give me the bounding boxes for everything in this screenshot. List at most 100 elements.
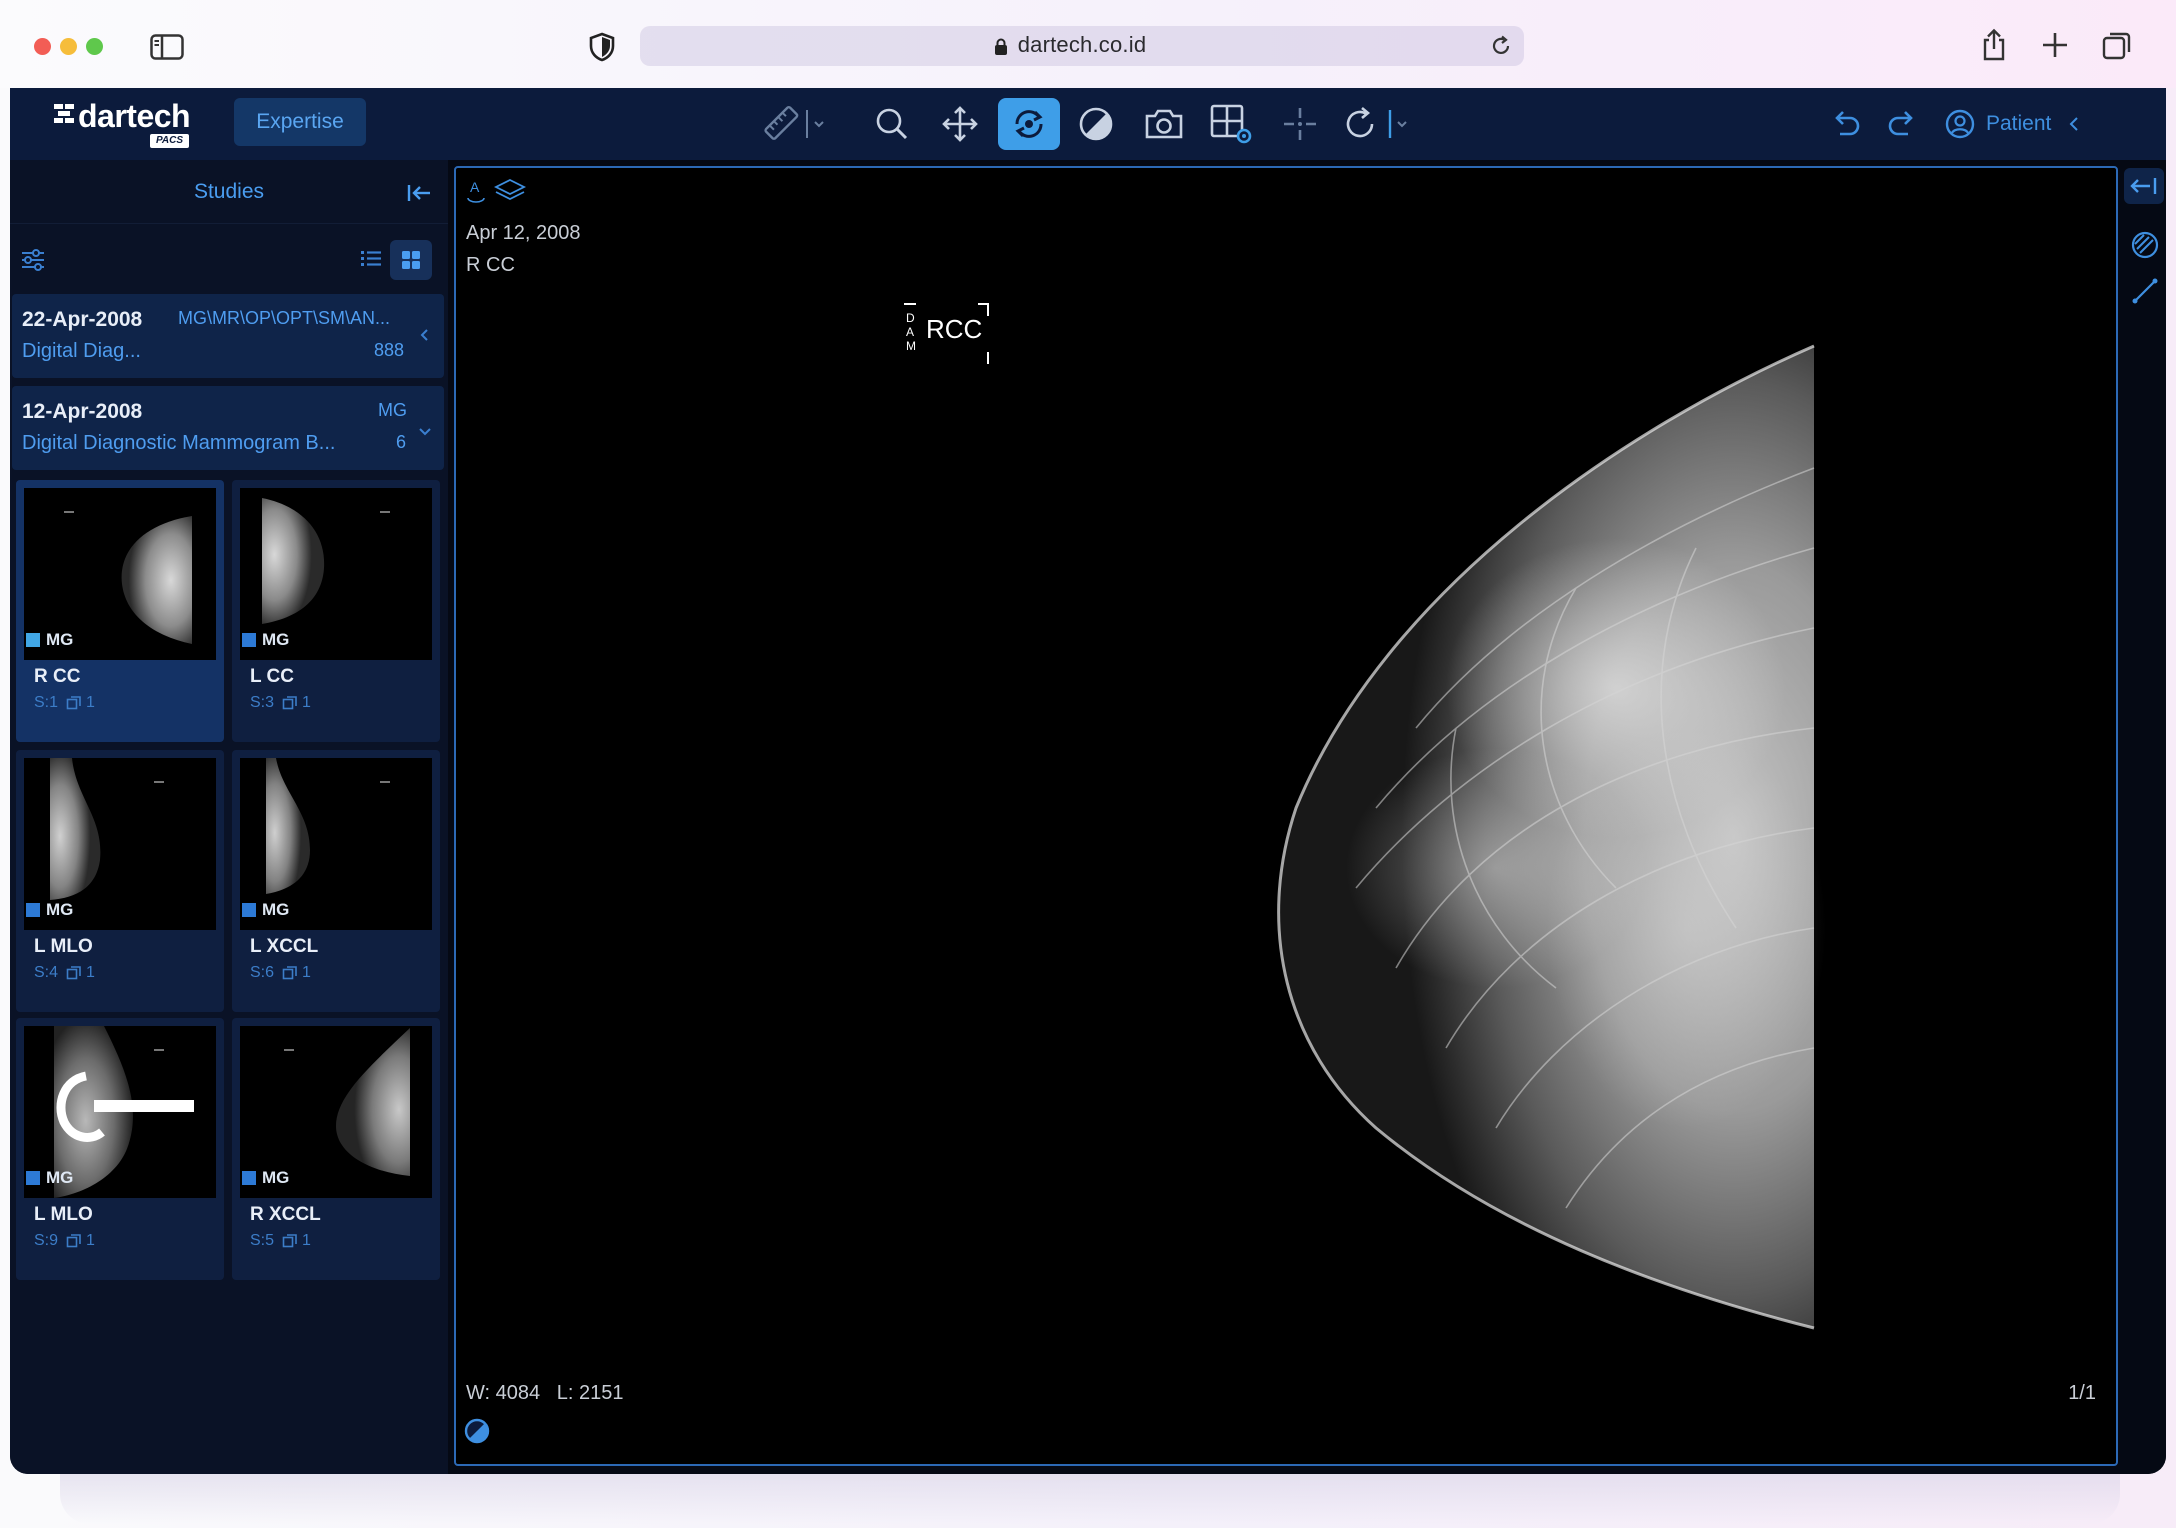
series-modality: MG [26, 1168, 73, 1188]
stack-icon [282, 696, 297, 710]
collapse-panel-icon[interactable] [406, 182, 432, 204]
image-count: 1 [86, 694, 95, 711]
study-image-count: 888 [374, 340, 405, 360]
image-count: 1 [302, 1232, 311, 1249]
stack-icon [282, 1234, 297, 1248]
studies-filter-row [10, 224, 448, 292]
contrast-icon[interactable] [1076, 104, 1116, 144]
chevron-down-icon[interactable] [418, 424, 432, 438]
reset-tool-group[interactable] [1340, 98, 1424, 150]
study-item[interactable]: 12-Apr-2008 Digital Diagnostic Mammogram… [12, 386, 444, 470]
layout-tool[interactable] [1204, 98, 1260, 150]
logo-mark-icon [54, 104, 74, 123]
maximize-window-button[interactable] [86, 38, 103, 55]
layers-icon [493, 178, 527, 201]
hatch-circle-icon[interactable] [2130, 230, 2160, 260]
stack-icon [66, 1234, 81, 1248]
line-measure-icon[interactable] [2130, 276, 2160, 306]
redo-button[interactable] [1878, 98, 1926, 150]
dartech-logo[interactable]: dartech PACS [52, 98, 212, 150]
camera-icon[interactable] [1143, 104, 1185, 144]
logo-badge: PACS [150, 134, 190, 148]
undo-icon[interactable] [1828, 106, 1864, 142]
series-thumbnail[interactable]: MG R CC S:1 1 [16, 480, 224, 742]
series-thumbnail[interactable]: MG L CC S:3 1 [232, 480, 440, 742]
study-description: Digital Diag... [22, 340, 141, 362]
privacy-shield-icon[interactable] [588, 32, 616, 62]
measure-tool-group[interactable] [762, 98, 834, 150]
undo-button[interactable] [1822, 98, 1870, 150]
series-thumbnail[interactable]: MG L MLO S:9 1 [16, 1018, 224, 1280]
image-count: 1 [86, 964, 95, 981]
svg-text:D: D [906, 311, 915, 325]
redo-icon[interactable] [1884, 106, 1920, 142]
stack-icon [66, 966, 81, 980]
orientation-icon: A [467, 179, 485, 203]
minimize-window-button[interactable] [60, 38, 77, 55]
reload-icon[interactable] [1490, 35, 1512, 57]
patient-label: Patient [1986, 112, 2052, 135]
filter-settings-icon[interactable] [20, 248, 46, 272]
window-level-readout: W: 4084 L: 2151 [466, 1382, 624, 1405]
patient-panel-button[interactable]: Patient [1944, 104, 2087, 144]
crosshair-tool[interactable] [1274, 98, 1326, 150]
series-meta: S:5 1 [250, 1232, 311, 1250]
reset-icon[interactable] [1342, 104, 1422, 144]
window-level: L: 2151 [556, 1382, 624, 1404]
zoom-icon[interactable] [872, 104, 912, 144]
svg-text:M: M [906, 339, 916, 353]
layout-icon[interactable] [1208, 102, 1256, 146]
series-number: S:1 [34, 694, 59, 711]
pan-icon[interactable] [940, 104, 980, 144]
rotate-icon[interactable] [1007, 102, 1051, 146]
series-modality: MG [242, 900, 289, 920]
zoom-tool[interactable] [866, 98, 918, 150]
view-marker-label: D A M RCC [902, 300, 992, 366]
expertise-button[interactable]: Expertise [234, 98, 366, 146]
share-icon[interactable] [1980, 28, 2008, 62]
frame-counter: 1/1 [2068, 1382, 2096, 1404]
series-label: L MLO [34, 936, 93, 957]
snapshot-tool[interactable] [1138, 98, 1190, 150]
series-number: S:6 [250, 964, 275, 981]
series-meta: S:9 1 [34, 1232, 95, 1250]
series-thumbnail[interactable]: MG L MLO S:4 1 [16, 750, 224, 1012]
new-tab-icon[interactable] [2040, 30, 2070, 60]
study-item[interactable]: 22-Apr-2008 Digital Diag... MG\MR\OP\OPT… [12, 294, 444, 378]
rotate-tool[interactable] [998, 98, 1060, 150]
series-thumbnail[interactable]: MG L XCCL S:6 1 [232, 750, 440, 1012]
series-number: S:4 [34, 964, 59, 981]
contrast-indicator-icon[interactable] [464, 1418, 490, 1444]
svg-text:A: A [906, 325, 914, 339]
pan-tool[interactable] [934, 98, 986, 150]
series-label: L MLO [34, 1204, 93, 1225]
list-view-icon[interactable] [354, 240, 388, 276]
sidebar-toggle-icon[interactable] [150, 34, 184, 60]
close-window-button[interactable] [34, 38, 51, 55]
address-bar[interactable]: dartech.co.id [640, 26, 1524, 66]
view-marker-text: RCC [926, 314, 983, 344]
series-number: S:5 [250, 1232, 275, 1249]
crosshair-icon[interactable] [1280, 104, 1320, 144]
right-tool-strip [2122, 160, 2166, 1474]
study-modality: MG\MR\OP\OPT\SM\AN... [178, 308, 391, 328]
series-modality: MG [26, 630, 73, 650]
url-text: dartech.co.id [1017, 32, 1147, 57]
grid-view-button[interactable] [390, 240, 432, 280]
viewport-overlay-icons[interactable]: A [464, 174, 534, 208]
series-modality: MG [26, 900, 73, 920]
ruler-icon[interactable] [763, 104, 833, 144]
mammogram-image [1277, 344, 1826, 1330]
studies-title: Studies [193, 180, 265, 203]
window-shadow [60, 1474, 2120, 1524]
series-meta: S:4 1 [34, 964, 95, 982]
image-viewport[interactable]: A Apr 12, 2008 R CC D A M RCC W: 4084 L:… [454, 166, 2118, 1466]
tab-overview-icon[interactable] [2102, 30, 2132, 60]
contrast-tool[interactable] [1070, 98, 1122, 150]
chevron-left-icon[interactable] [418, 328, 432, 342]
app-topbar: dartech PACS Expertise Patient [10, 88, 2166, 160]
expand-right-panel-button[interactable] [2124, 168, 2164, 204]
browser-toolbar: dartech.co.id [0, 0, 2176, 88]
series-number: S:9 [34, 1232, 59, 1249]
series-thumbnail[interactable]: MG R XCCL S:5 1 [232, 1018, 440, 1280]
